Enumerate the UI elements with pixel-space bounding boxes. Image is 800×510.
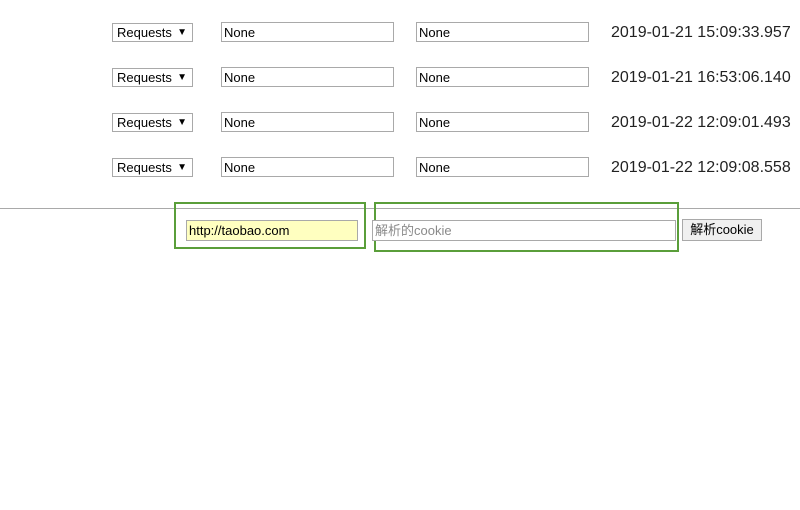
field2-input[interactable] — [416, 112, 589, 132]
field1-input[interactable] — [221, 112, 394, 132]
field2-input[interactable] — [416, 157, 589, 177]
field1-input[interactable] — [221, 22, 394, 42]
method-select-value: Requests — [117, 160, 172, 175]
field1-input[interactable] — [221, 157, 394, 177]
timestamp: 2019-01-22 12:09:01.493 — [611, 114, 791, 131]
history-row: Requests ▼ 2019-01-22 12:09:01.493 — [0, 111, 800, 135]
chevron-down-icon: ▼ — [177, 72, 187, 83]
method-select-value: Requests — [117, 70, 172, 85]
history-row: Requests ▼ 2019-01-22 12:09:08.558 — [0, 156, 800, 180]
method-select[interactable]: Requests ▼ — [112, 113, 193, 132]
method-select-value: Requests — [117, 115, 172, 130]
history-row: Requests ▼ 2019-01-21 15:09:33.957 — [0, 21, 800, 45]
chevron-down-icon: ▼ — [177, 117, 187, 128]
method-select-value: Requests — [117, 25, 172, 40]
timestamp: 2019-01-21 16:53:06.140 — [611, 69, 791, 86]
history-row: Requests ▼ 2019-01-21 16:53:06.140 — [0, 66, 800, 90]
field2-input[interactable] — [416, 22, 589, 42]
parse-cookie-button[interactable]: 解析cookie — [682, 219, 762, 241]
field1-input[interactable] — [221, 67, 394, 87]
url-input[interactable] — [186, 220, 358, 241]
timestamp: 2019-01-22 12:09:08.558 — [611, 159, 791, 176]
method-select[interactable]: Requests ▼ — [112, 158, 193, 177]
cookie-output-field[interactable] — [372, 220, 676, 241]
field2-input[interactable] — [416, 67, 589, 87]
method-select[interactable]: Requests ▼ — [112, 68, 193, 87]
timestamp: 2019-01-21 15:09:33.957 — [611, 24, 791, 41]
chevron-down-icon: ▼ — [177, 162, 187, 173]
method-select[interactable]: Requests ▼ — [112, 23, 193, 42]
chevron-down-icon: ▼ — [177, 27, 187, 38]
